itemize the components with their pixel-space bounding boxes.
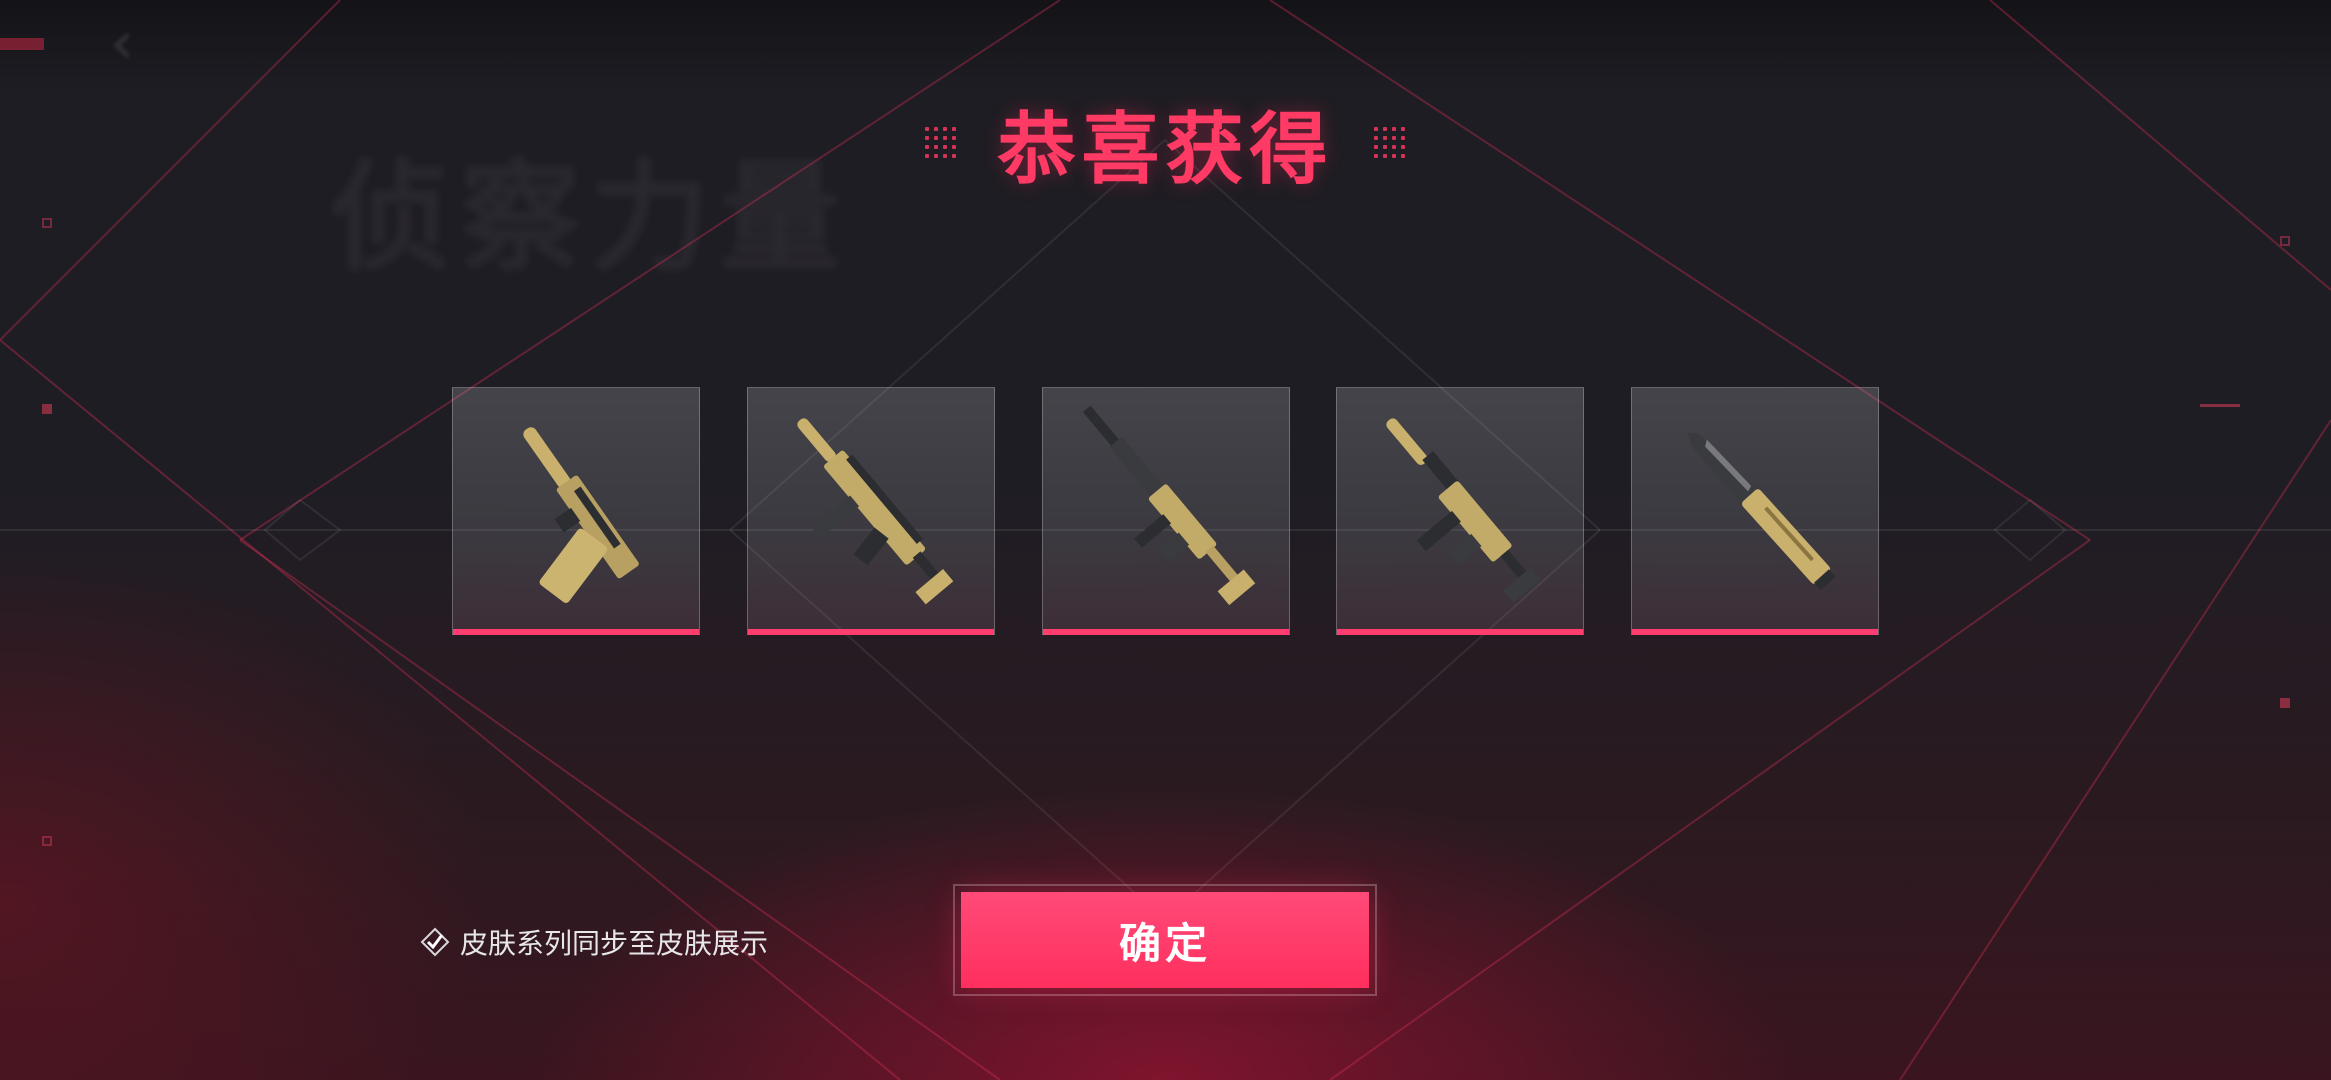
title-bar: 恭喜获得 (0, 88, 2331, 198)
title-dots-right-icon (1373, 127, 1406, 159)
reward-item-smg-1[interactable] (746, 387, 995, 635)
smg-icon (1386, 418, 1542, 603)
knife-icon (1687, 432, 1836, 591)
background-top-bar (0, 0, 2331, 90)
pistol-icon (523, 427, 639, 603)
reward-list (452, 387, 1879, 637)
decor-square (42, 218, 52, 228)
skin-sync-label: 皮肤系列同步至皮肤展示 (460, 927, 769, 960)
skin-sync-option[interactable]: 皮肤系列同步至皮肤展示 (420, 922, 768, 962)
title-dots-left-icon (925, 127, 957, 159)
reward-item-rifle[interactable] (1041, 387, 1290, 635)
rifle-icon (1082, 405, 1255, 606)
reward-dialog: ‹ 侦察力量 恭喜获得 皮肤系列同步至皮肤展示 确定 (0, 0, 2331, 1080)
confirm-button[interactable]: 确定 (961, 892, 1369, 988)
decor-dot (2280, 698, 2290, 708)
background-accent-bar (0, 38, 44, 50)
decor-dot (42, 404, 52, 414)
smg-icon (797, 418, 954, 605)
skin-sync-checkbox[interactable] (420, 927, 450, 957)
reward-item-knife[interactable] (1631, 387, 1879, 635)
reward-item-smg-2[interactable] (1336, 387, 1585, 635)
reward-item-pistol[interactable] (452, 387, 700, 635)
dialog-title: 恭喜获得 (997, 105, 1334, 195)
confirm-button-frame: 确定 (953, 884, 1377, 996)
checkmark-icon (420, 927, 450, 957)
decor-square (2280, 236, 2290, 246)
decor-square (42, 836, 52, 846)
back-chevron-icon: ‹ (110, 8, 134, 78)
decor-dot (2200, 404, 2240, 407)
